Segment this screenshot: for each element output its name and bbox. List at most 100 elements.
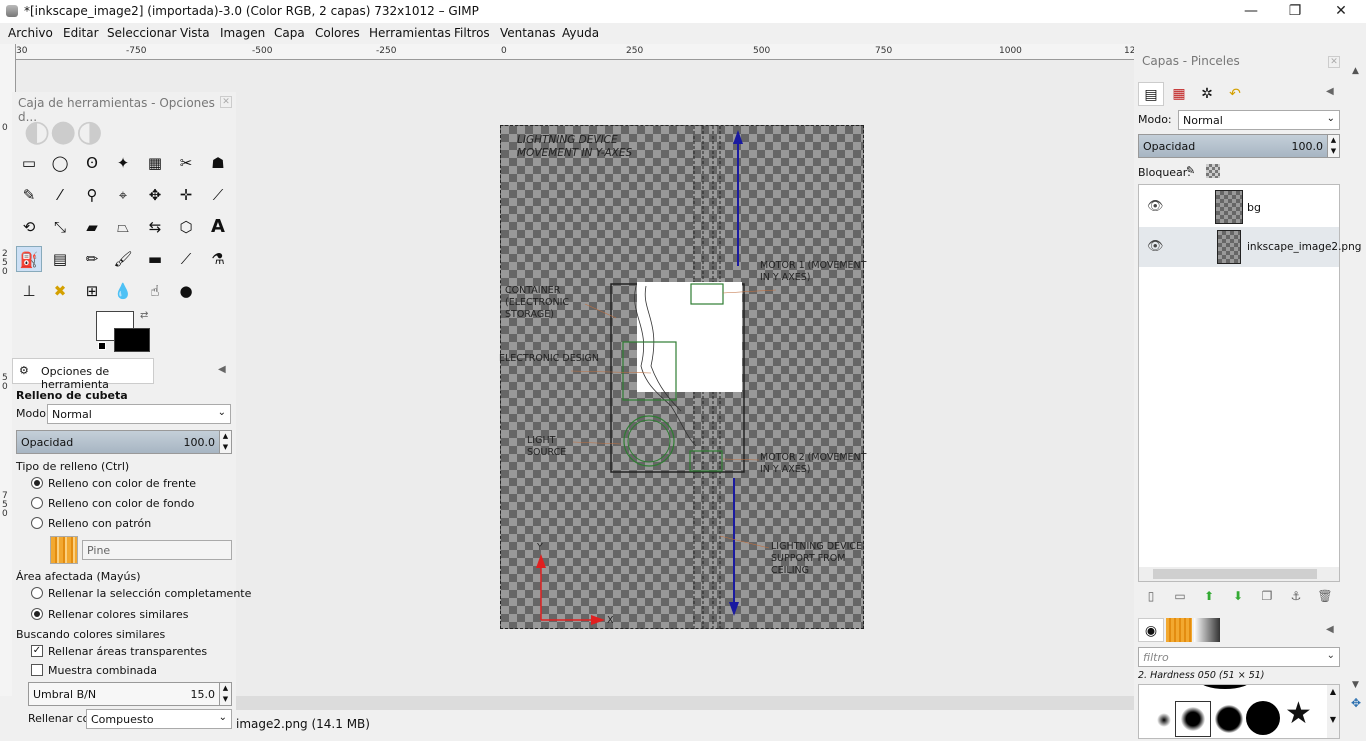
swap-colors-icon[interactable]: ⇄ xyxy=(140,310,148,321)
ellipse-select-icon[interactable]: ◯ xyxy=(47,150,73,176)
layer-opacity-spin-icon[interactable]: ▲ ▼ xyxy=(1327,135,1339,157)
heal-icon[interactable]: ✖ xyxy=(47,278,73,304)
brush-item[interactable] xyxy=(1199,685,1251,689)
tab-gradients[interactable] xyxy=(1194,618,1220,642)
pattern-preview[interactable] xyxy=(50,536,78,564)
scale-icon[interactable]: ⤡ xyxy=(47,214,73,240)
rect-select-icon[interactable]: ▭ xyxy=(16,150,42,176)
navigate-icon[interactable]: ✥ xyxy=(1351,696,1361,710)
bucket-fill-icon[interactable]: ⛽ xyxy=(16,246,42,272)
brush-item[interactable] xyxy=(1215,705,1243,733)
vertical-scrollbar[interactable]: ▲ ▼ xyxy=(1349,60,1366,696)
menu-editar[interactable]: Editar xyxy=(63,26,99,40)
rotate-icon[interactable]: ⟲ xyxy=(16,214,42,240)
dodge-burn-icon[interactable]: ● xyxy=(173,278,199,304)
fill-transparent-checkbox[interactable]: ✓ xyxy=(31,645,43,657)
mode-select[interactable]: Normal ⌄ xyxy=(47,404,231,424)
perspective-icon[interactable]: ⏢ xyxy=(110,214,136,240)
image-canvas[interactable]: LIGHTNING DEVICE MOVEMENT IN Y-AXES CONT… xyxy=(499,125,866,630)
brush-item[interactable] xyxy=(1157,713,1171,727)
lock-pixels-icon[interactable]: ✎ xyxy=(1186,164,1195,177)
horizontal-ruler[interactable]: 30 -750 -500 -250 0 250 500 750 1000 12 xyxy=(16,44,1134,60)
shear-icon[interactable]: ▰ xyxy=(79,214,105,240)
layer-opacity-slider[interactable]: Opacidad 100.0 ▲ ▼ xyxy=(1138,134,1340,158)
tab-paths[interactable]: ✲ xyxy=(1194,82,1220,106)
flip-icon[interactable]: ⇆ xyxy=(142,214,168,240)
tab-channels[interactable]: ▦ xyxy=(1166,82,1192,106)
fill-selection-radio[interactable] xyxy=(31,587,43,599)
move-icon[interactable]: ✥ xyxy=(142,182,168,208)
fill-by-select[interactable]: Compuesto ⌄ xyxy=(86,709,232,729)
scissors-icon[interactable]: ✂ xyxy=(173,150,199,176)
new-layer-icon[interactable]: ▯ xyxy=(1142,589,1160,603)
smudge-icon[interactable]: ☝ xyxy=(142,278,168,304)
color-picker-icon[interactable]: ⁄ xyxy=(47,182,73,208)
dock-tab-menu-icon[interactable]: ◀ xyxy=(1326,86,1334,97)
restore-button[interactable]: ❐ xyxy=(1272,0,1318,23)
eye-icon[interactable]: 👁 xyxy=(1147,199,1164,214)
menu-colores[interactable]: Colores xyxy=(315,26,360,40)
layer-row[interactable]: 👁 inkscape_image2.png xyxy=(1139,227,1361,267)
pattern-name-field[interactable]: Pine xyxy=(82,540,232,560)
scroll-up-icon[interactable]: ▲ xyxy=(1352,66,1359,76)
perspective-clone-icon[interactable]: ⊞ xyxy=(79,278,105,304)
measure-icon[interactable]: ⌖ xyxy=(110,182,136,208)
zoom-icon[interactable]: ⚲ xyxy=(79,182,105,208)
menu-archivo[interactable]: Archivo xyxy=(8,26,53,40)
brushes-tab-menu-icon[interactable]: ◀ xyxy=(1326,624,1334,635)
minimize-button[interactable]: — xyxy=(1228,0,1274,23)
magic-wand-icon[interactable]: ✦ xyxy=(110,150,136,176)
airbrush-icon[interactable]: ⟋ xyxy=(173,246,199,272)
blur-icon[interactable]: 💧 xyxy=(110,278,136,304)
brush-scrollbar[interactable]: ▲ ▼ xyxy=(1327,685,1339,738)
brush-filter-input[interactable]: filtro ⌄ xyxy=(1138,647,1340,667)
fill-fg-radio[interactable] xyxy=(31,477,43,489)
scroll-down-icon[interactable]: ▼ xyxy=(1352,680,1359,690)
ink-icon[interactable]: ⚗ xyxy=(205,246,231,272)
fill-similar-radio[interactable] xyxy=(31,608,43,620)
blend-icon[interactable]: ▤ xyxy=(47,246,73,272)
opacity-slider[interactable]: Opacidad 100.0 ▲ ▼ xyxy=(16,430,232,454)
eye-icon[interactable]: 👁 xyxy=(1147,239,1164,254)
horizontal-scrollbar[interactable] xyxy=(236,696,1134,710)
eraser-icon[interactable]: ▬ xyxy=(142,246,168,272)
anchor-layer-icon[interactable]: ⚓ xyxy=(1287,589,1305,603)
layers-hscrollbar[interactable] xyxy=(1139,567,1339,581)
tab-patterns[interactable] xyxy=(1166,618,1192,642)
menu-ayuda[interactable]: Ayuda xyxy=(562,26,599,40)
close-button[interactable]: ✕ xyxy=(1318,0,1364,23)
tab-brushes[interactable]: ◉ xyxy=(1138,618,1164,642)
menu-vista[interactable]: Vista xyxy=(180,26,210,40)
raise-layer-icon[interactable]: ⬆ xyxy=(1200,589,1218,603)
text-icon[interactable]: A xyxy=(205,214,231,240)
menu-filtros[interactable]: Filtros xyxy=(454,26,490,40)
lasso-icon[interactable]: ʘ xyxy=(79,150,105,176)
lock-alpha-icon[interactable] xyxy=(1206,164,1220,178)
foreground-select-icon[interactable]: ☗ xyxy=(205,150,231,176)
toolbox-close-icon[interactable]: ✕ xyxy=(220,96,232,108)
layers-scroll-thumb[interactable] xyxy=(1153,569,1317,579)
new-group-icon[interactable]: ▭ xyxy=(1171,589,1189,603)
delete-layer-icon[interactable]: 🗑 xyxy=(1316,589,1334,603)
paintbrush-icon[interactable]: 🖌 xyxy=(110,246,136,272)
layer-mode-select[interactable]: Normal ⌄ xyxy=(1178,110,1340,130)
star-brush-icon[interactable]: ★ xyxy=(1285,697,1312,731)
crop-icon[interactable]: ⟋ xyxy=(205,182,231,208)
clone-icon[interactable]: ⊥ xyxy=(16,278,42,304)
layer-row[interactable]: 👁 bg xyxy=(1139,187,1339,227)
menu-herramientas[interactable]: Herramientas xyxy=(369,26,451,40)
opacity-spin-icon[interactable]: ▲ ▼ xyxy=(219,431,231,453)
duplicate-layer-icon[interactable]: ❐ xyxy=(1258,589,1276,603)
tab-undo[interactable]: ↶ xyxy=(1222,82,1248,106)
brush-item[interactable] xyxy=(1246,701,1280,735)
dock-close-icon[interactable]: ✕ xyxy=(1328,56,1340,68)
brush-item[interactable] xyxy=(1181,707,1205,731)
align-icon[interactable]: ✛ xyxy=(173,182,199,208)
lower-layer-icon[interactable]: ⬇ xyxy=(1229,589,1247,603)
background-color-swatch[interactable] xyxy=(114,328,150,352)
brush-grid[interactable]: ★ ▲ ▼ xyxy=(1138,684,1340,739)
menu-ventanas[interactable]: Ventanas xyxy=(500,26,556,40)
menu-capa[interactable]: Capa xyxy=(274,26,305,40)
menu-imagen[interactable]: Imagen xyxy=(220,26,265,40)
sample-merged-checkbox[interactable] xyxy=(31,664,43,676)
